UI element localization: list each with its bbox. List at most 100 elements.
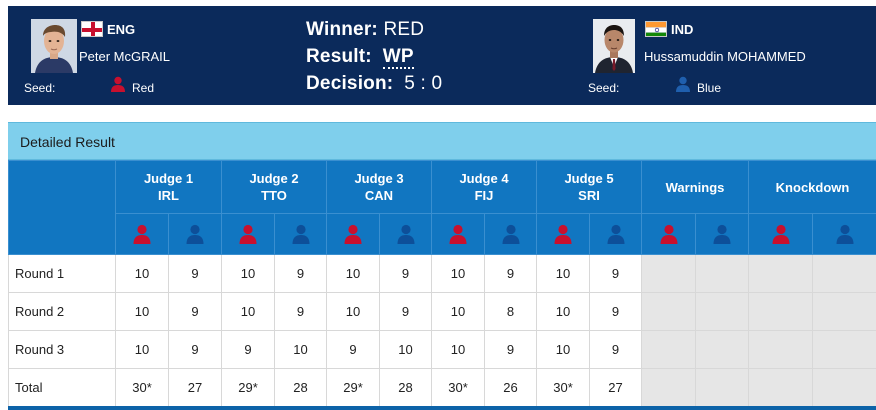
- row-label-header: [8, 160, 116, 255]
- score-cell: 28: [274, 368, 327, 407]
- row-label: Round 3: [8, 330, 116, 369]
- knockdown-cell: [811, 254, 876, 293]
- table-row: Round 1 10 9 10 9 10 9 10 9 10 9: [8, 254, 876, 293]
- judge-4-red-corner-header: [431, 213, 485, 255]
- result-label: Result:: [306, 46, 372, 67]
- decision-line: Decision: 5 : 0: [306, 73, 442, 95]
- judge-5-blue-corner-header: [589, 213, 642, 255]
- score-cell: 9: [589, 330, 642, 369]
- score-cell: 30*: [115, 368, 169, 407]
- blue-corner-label: Blue: [697, 81, 722, 95]
- warnings-cell: [641, 292, 696, 331]
- score-cell: 8: [484, 292, 537, 331]
- red-athlete-country: ENG: [107, 22, 136, 37]
- blue-corner-person-icon: [713, 224, 731, 244]
- red-athlete-photo: [31, 19, 77, 73]
- judge-1-red-corner-header: [115, 213, 169, 255]
- score-cell: 10: [431, 254, 485, 293]
- judge-5-red-corner-header: [536, 213, 590, 255]
- table-row: Round 3 10 9 9 10 9 10 10 9 10 9: [8, 330, 876, 369]
- judge-2-country: TTO: [261, 188, 287, 203]
- blue-athlete-name[interactable]: Hussamuddin MOHAMMED: [644, 49, 806, 64]
- score-cell: 9: [589, 292, 642, 331]
- knockdown-cell: [811, 368, 876, 407]
- blue-corner-person-icon: [186, 224, 204, 244]
- blue-corner-person-icon: [292, 224, 309, 244]
- score-cell: 30*: [431, 368, 485, 407]
- score-cell: 9: [379, 254, 432, 293]
- knockdown-cell: [748, 254, 813, 293]
- table-bottom-rule: [8, 406, 876, 410]
- score-cell: 9: [589, 254, 642, 293]
- result-line: Result: WP: [306, 46, 414, 69]
- bout-header: ENG Peter McGRAIL Seed: Red Winner: RED …: [8, 6, 876, 105]
- red-seed-label: Seed:: [24, 81, 56, 95]
- score-cell: 26: [484, 368, 537, 407]
- score-cell: 10: [536, 292, 590, 331]
- warnings-cell: [695, 330, 749, 369]
- red-corner-person-icon: [660, 224, 677, 244]
- table-row: Round 2 10 9 10 9 10 9 10 8 10 9: [8, 292, 876, 331]
- warnings-red-corner-header: [641, 213, 696, 255]
- red-corner-person-icon: [239, 224, 257, 244]
- decision-value: 5 : 0: [404, 73, 443, 94]
- score-cell: 29*: [326, 368, 380, 407]
- score-cell: 9: [484, 330, 537, 369]
- result-value-abbr[interactable]: WP: [382, 46, 414, 69]
- judge-3-country: CAN: [364, 188, 394, 203]
- warnings-cell: [695, 254, 749, 293]
- judge-1-name: Judge 1: [143, 171, 194, 186]
- red-corner-person-icon: [554, 224, 572, 244]
- england-flag-icon: [81, 21, 103, 37]
- table-row: Total 30* 27 29* 28 29* 28 30* 26 30* 27: [8, 368, 876, 407]
- row-label: Round 2: [8, 292, 116, 331]
- judge-5-header: Judge 5 SRI: [536, 160, 642, 214]
- score-cell: 10: [431, 292, 485, 331]
- score-cell: 9: [274, 292, 327, 331]
- detailed-result-title: Detailed Result: [20, 134, 115, 150]
- red-corner-person-icon: [344, 224, 362, 244]
- score-cell: 10: [221, 254, 275, 293]
- score-cell: 10: [379, 330, 432, 369]
- knockdown-cell: [748, 292, 813, 331]
- blue-corner-person-icon: [836, 224, 853, 244]
- detailed-result-table: Judge 1 IRL Judge 2 TTO Judge 3 CAN Judg…: [8, 160, 876, 407]
- row-label: Total: [8, 368, 116, 407]
- score-cell: 29*: [221, 368, 275, 407]
- judge-2-red-corner-header: [221, 213, 275, 255]
- winner-line: Winner: RED: [306, 19, 424, 41]
- score-cell: 9: [274, 254, 327, 293]
- corner-icon-row: [9, 213, 876, 255]
- score-cell: 10: [536, 330, 590, 369]
- judge-3-blue-corner-header: [379, 213, 432, 255]
- score-cell: 10: [115, 292, 169, 331]
- judge-2-name: Judge 2: [249, 171, 299, 186]
- score-cell: 10: [221, 292, 275, 331]
- score-cell: 9: [168, 254, 222, 293]
- judge-1-header: Judge 1 IRL: [115, 160, 222, 214]
- blue-corner-person-icon: [397, 224, 414, 244]
- judge-3-red-corner-header: [326, 213, 380, 255]
- score-cell: 10: [536, 254, 590, 293]
- judge-2-blue-corner-header: [274, 213, 327, 255]
- warnings-cell: [641, 330, 696, 369]
- knockdown-header: Knockdown: [747, 160, 876, 214]
- blue-corner-person-icon: [502, 224, 519, 244]
- knockdown-blue-corner-header: [811, 213, 876, 255]
- winner-value: RED: [383, 19, 425, 40]
- score-cell: 28: [379, 368, 432, 407]
- warnings-cell: [695, 368, 749, 407]
- warnings-cell: [641, 254, 696, 293]
- red-athlete-name[interactable]: Peter McGRAIL: [79, 49, 170, 64]
- judge-4-name: Judge 4: [459, 171, 509, 186]
- warnings-blue-corner-header: [695, 213, 749, 255]
- red-corner-person-icon: [133, 224, 151, 244]
- row-label: Round 1: [8, 254, 116, 293]
- knockdown-cell: [748, 368, 813, 407]
- score-cell: 10: [115, 254, 169, 293]
- judge-4-blue-corner-header: [484, 213, 537, 255]
- judge-4-country: FIJ: [474, 188, 494, 203]
- score-body: Round 1 10 9 10 9 10 9 10 9 10 9 Round 2 10 9 10 9 10 9 10…: [8, 254, 876, 407]
- score-cell: 9: [484, 254, 537, 293]
- score-cell: 9: [168, 292, 222, 331]
